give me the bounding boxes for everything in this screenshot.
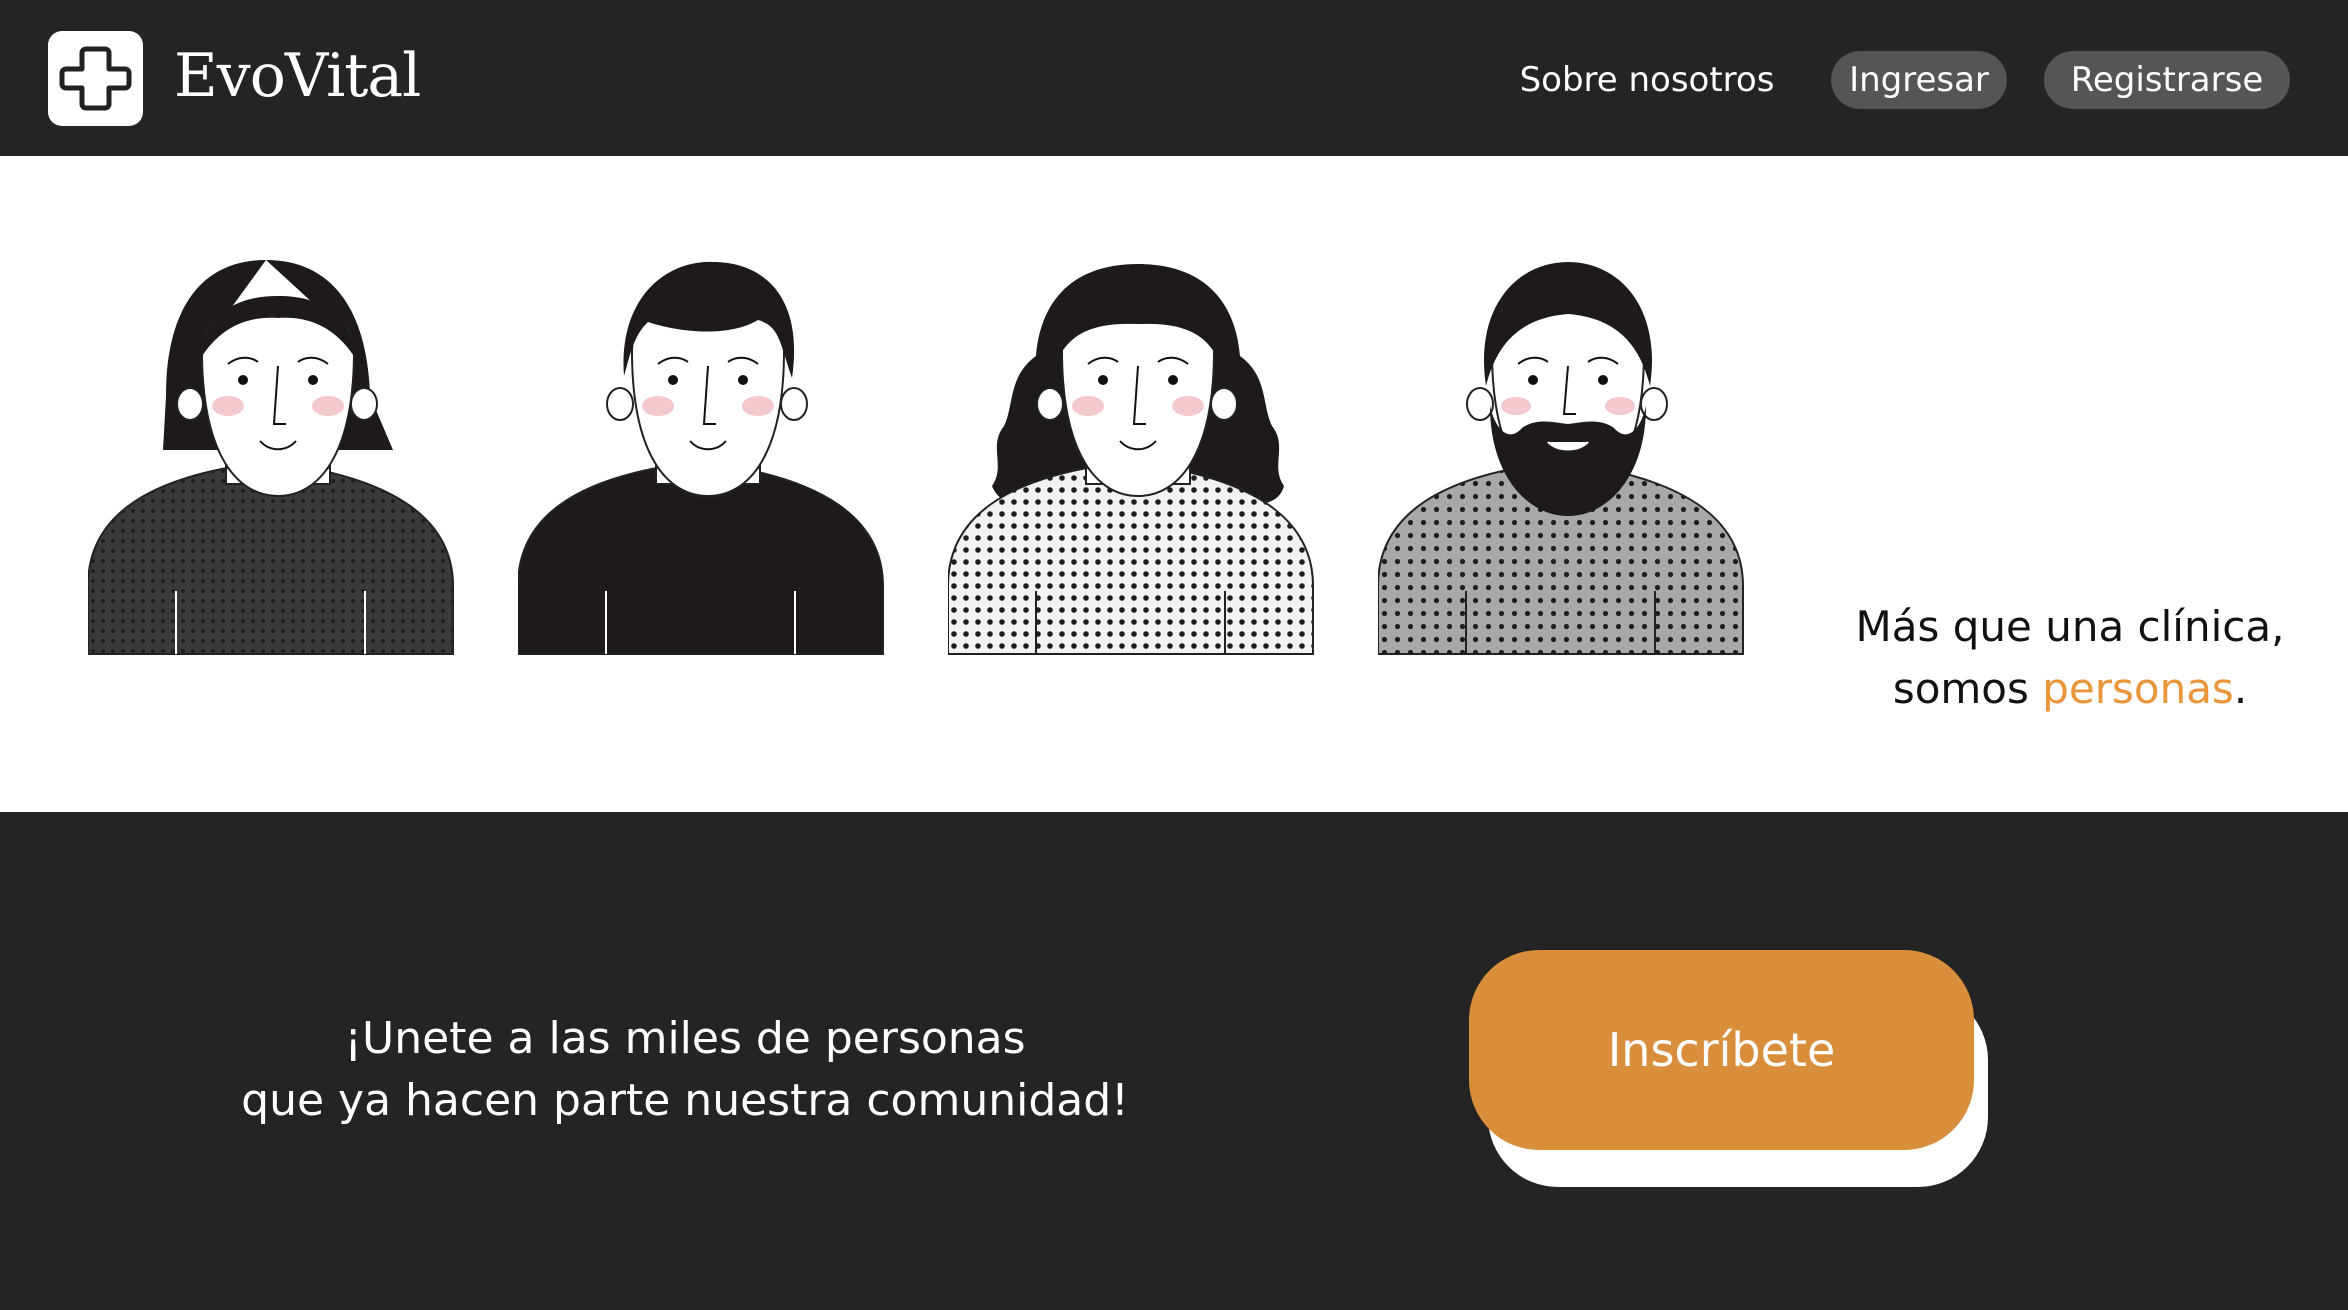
cta-message-line1: ¡Unete a las miles de personas	[344, 1013, 1026, 1064]
signup-cta-button[interactable]: Inscríbete	[1469, 950, 1974, 1150]
hero-section: Más que una clínica, somos personas.	[0, 156, 2348, 812]
hero-tagline: Más que una clínica, somos personas.	[1800, 596, 2340, 720]
hero-tagline-line1: Más que una clínica,	[1855, 602, 2285, 651]
hero-tagline-suffix: .	[2233, 664, 2248, 713]
medical-cross-icon[interactable]	[48, 31, 143, 126]
cta-message: ¡Unete a las miles de personas que ya ha…	[200, 1008, 1170, 1132]
hero-tagline-prefix: somos	[1892, 664, 2043, 713]
brand-name[interactable]: EvoVital	[174, 34, 421, 118]
person-illustration-woman-curly	[948, 264, 1314, 655]
hero-tagline-line2: somos personas.	[1800, 658, 2340, 720]
person-illustration-man-short-hair	[518, 261, 884, 655]
cta-section: ¡Unete a las miles de personas que ya ha…	[0, 812, 2348, 1310]
person-illustration-woman-bob	[88, 260, 454, 655]
nav-link-about[interactable]: Sobre nosotros	[1502, 56, 1792, 104]
signup-button[interactable]: Registrarse	[2044, 51, 2290, 109]
hero-tagline-accent: personas	[2042, 664, 2234, 713]
person-illustration-man-beard	[1378, 262, 1744, 655]
top-nav-bar: EvoVital Sobre nosotros Ingresar Registr…	[0, 0, 2348, 156]
cta-message-line2: que ya hacen parte nuestra comunidad!	[241, 1075, 1129, 1126]
login-button[interactable]: Ingresar	[1831, 51, 2007, 109]
